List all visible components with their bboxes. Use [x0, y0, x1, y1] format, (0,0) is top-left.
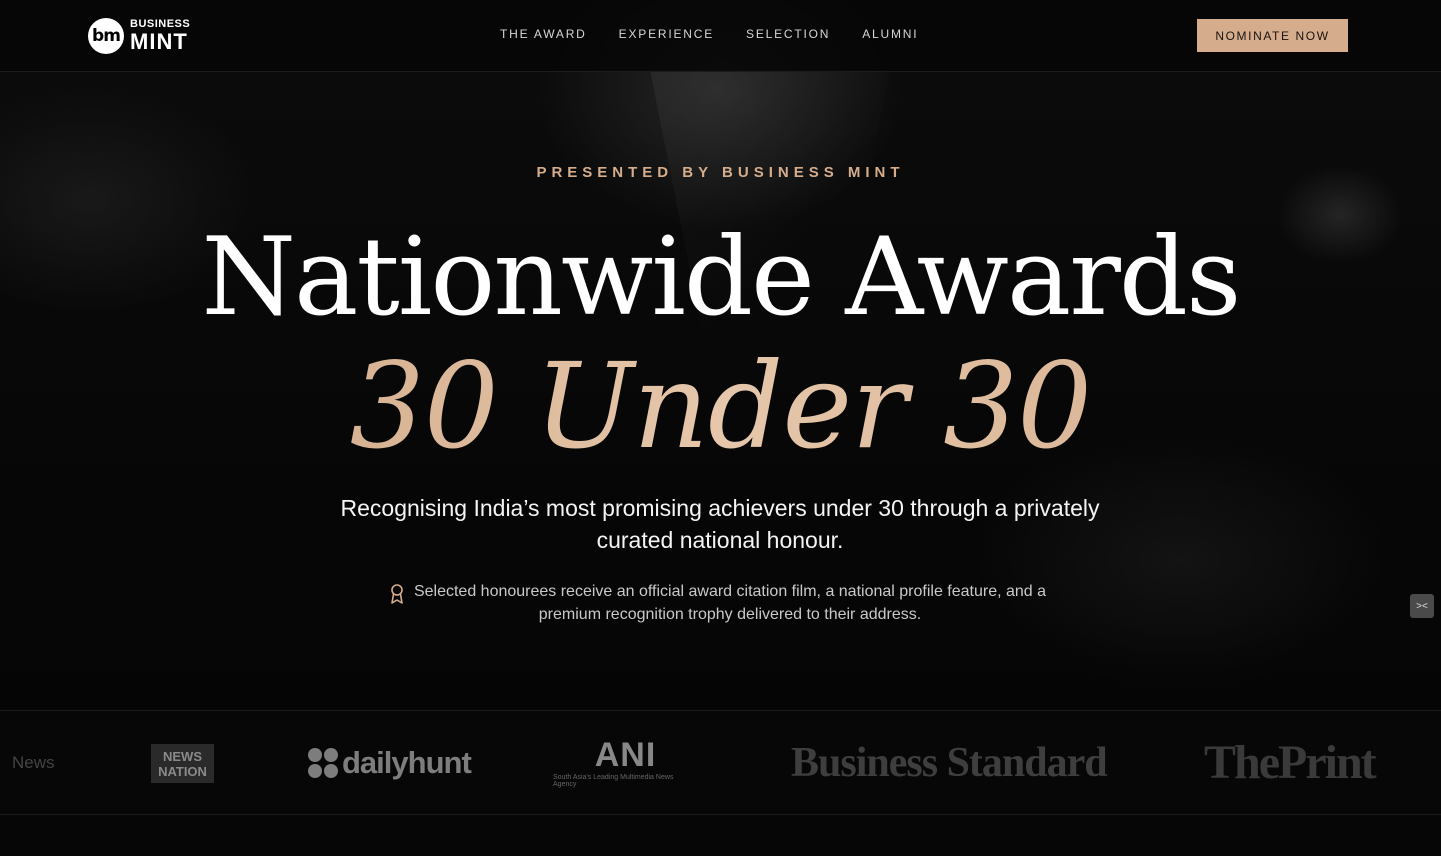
- press-logo-business-standard: Business Standard: [791, 739, 1108, 786]
- dailyhunt-dots-icon: [308, 747, 338, 778]
- hero-eyebrow: PRESENTED BY BUSINESS MINT: [536, 164, 905, 181]
- nav-experience[interactable]: EXPERIENCE: [619, 27, 714, 41]
- nav-alumni[interactable]: ALUMNI: [862, 27, 918, 41]
- press-logo-news: News: [12, 752, 55, 772]
- ani-tagline: South Asia's Leading Multimedia News Age…: [553, 773, 674, 788]
- logo-wordmark: BUSINESS MINT: [130, 19, 190, 53]
- site-header: bm BUSINESS MINT THE AWARD EXPERIENCE SE…: [0, 0, 1441, 72]
- hero-note: Selected honourees receive an official a…: [413, 583, 1047, 623]
- main-nav: THE AWARD EXPERIENCE SELECTION ALUMNI: [500, 27, 918, 41]
- hero-title: Nationwide Awards: [201, 215, 1242, 340]
- hero-title-accent: 30 Under 30: [0, 336, 1441, 476]
- logo-mark: bm: [88, 18, 124, 54]
- press-logo-dailyhunt: dailyhunt: [308, 711, 472, 814]
- news-nation-line1: NEWS: [163, 748, 202, 764]
- nav-selection[interactable]: SELECTION: [746, 27, 830, 41]
- press-logo-theprint: ThePrint: [1204, 736, 1377, 789]
- hero-subtitle: Recognising India’s most promising achie…: [340, 495, 1100, 553]
- ani-text: ANI: [594, 735, 657, 774]
- dailyhunt-text: dailyhunt: [342, 744, 472, 780]
- nominate-now-button[interactable]: NOMINATE NOW: [1197, 19, 1348, 52]
- press-logo-news-nation: NEWS NATION: [151, 744, 214, 783]
- news-nation-line2: NATION: [158, 763, 207, 779]
- collapse-icon[interactable]: ><: [1410, 594, 1434, 618]
- press-logo-ani: ANI South Asia's Leading Multimedia News…: [553, 711, 698, 814]
- logo-bottom-text: MINT: [130, 29, 188, 54]
- press-logos-bar: News NEWS NATION dailyhunt ANI South Asi…: [0, 710, 1441, 815]
- nav-the-award[interactable]: THE AWARD: [500, 27, 587, 41]
- business-mint-logo[interactable]: bm BUSINESS MINT: [88, 17, 190, 55]
